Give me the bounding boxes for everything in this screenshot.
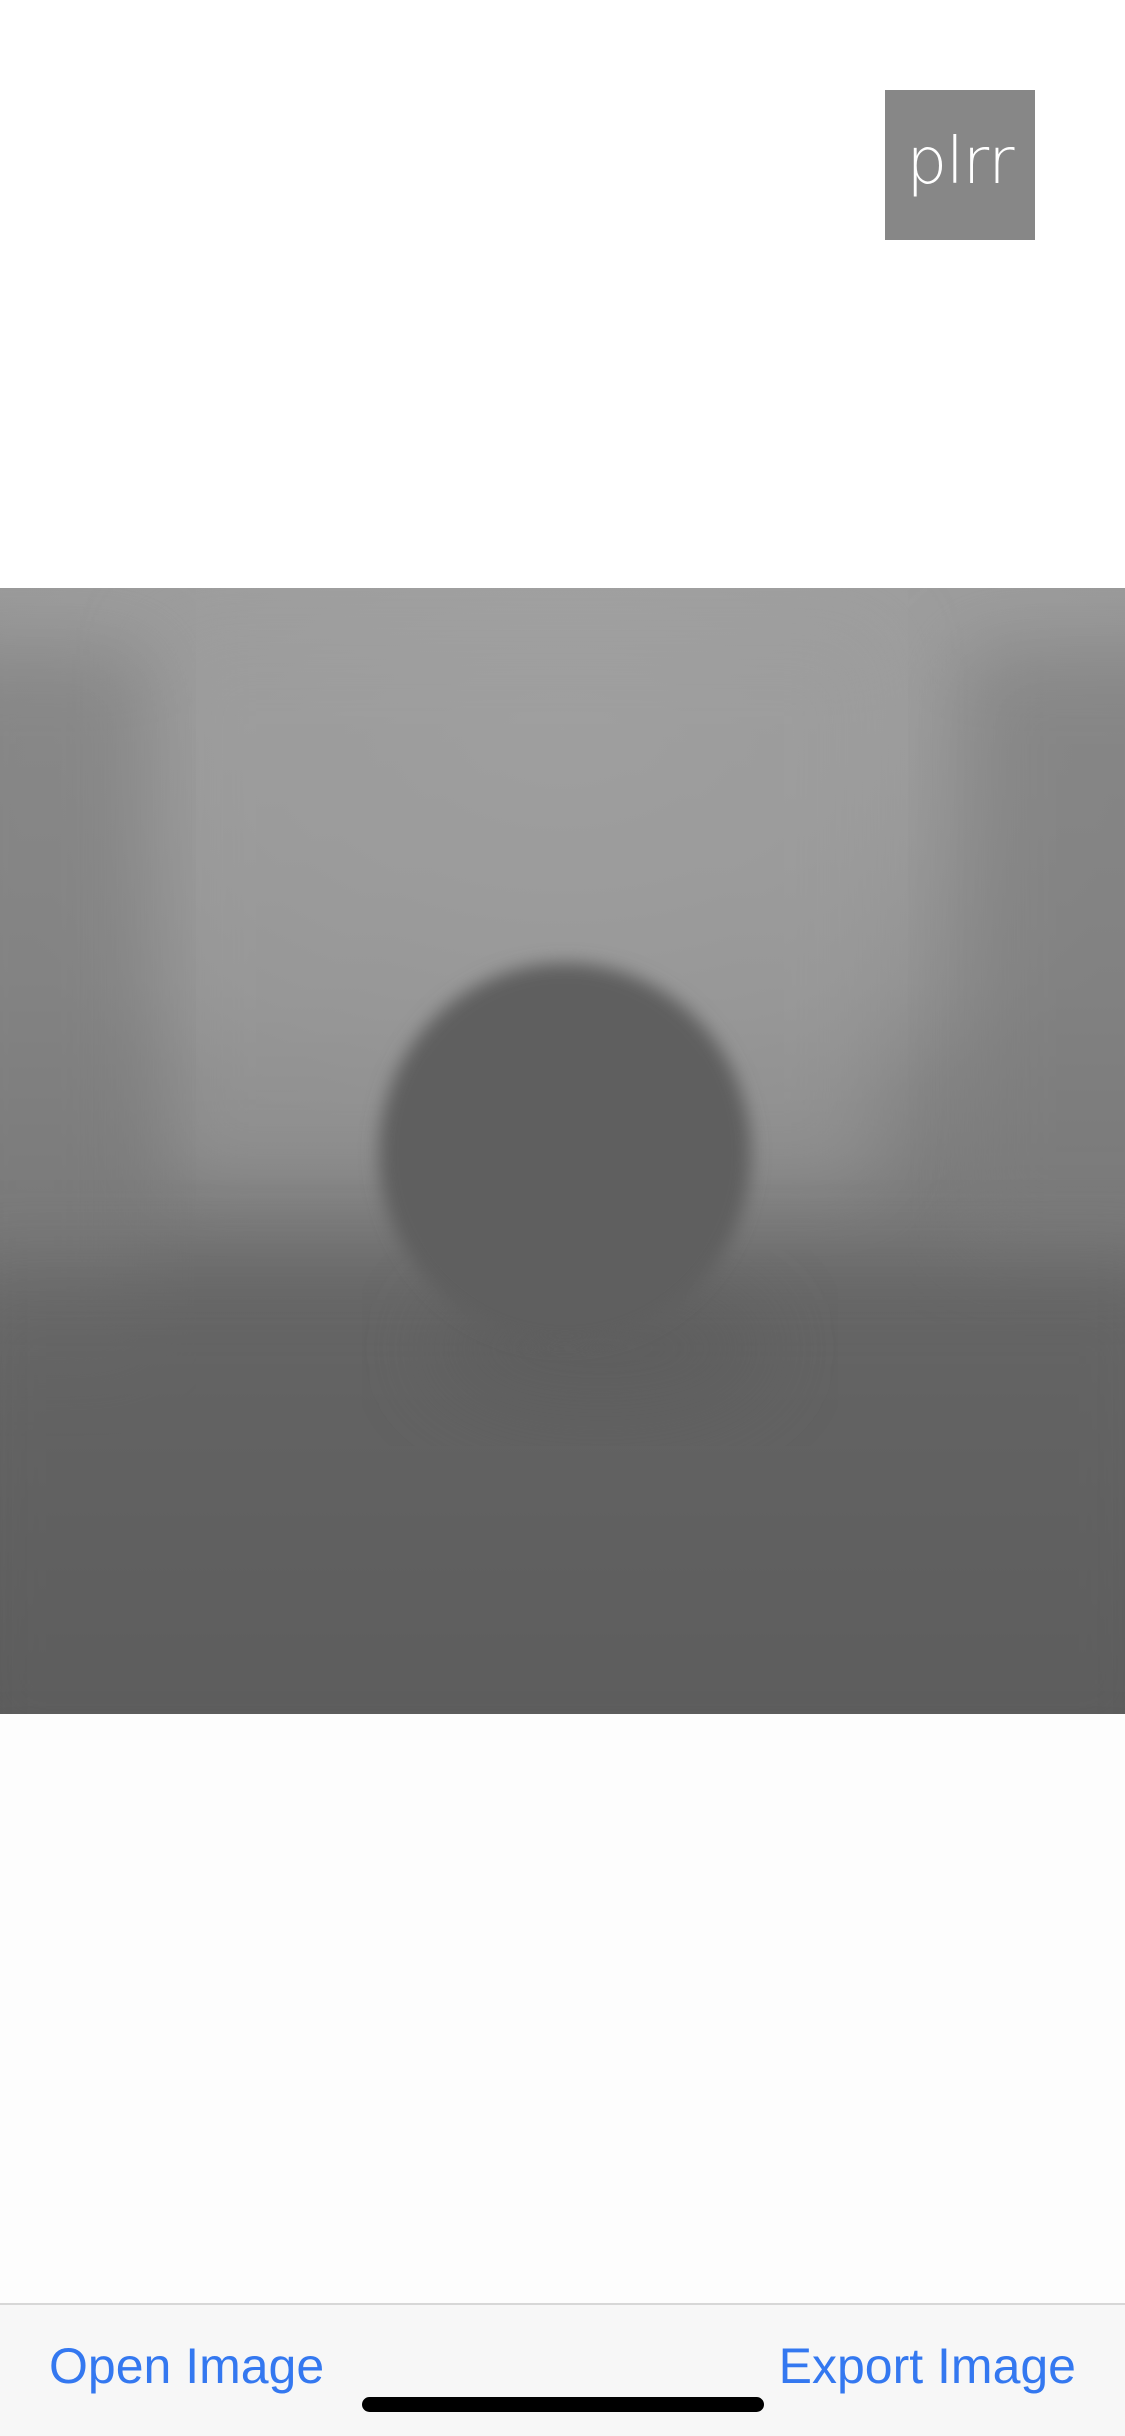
blurred-photo — [0, 588, 1125, 1714]
logo-text: plrr — [906, 125, 1014, 199]
app-logo: plrr — [885, 90, 1035, 240]
app-screen: plrr Open Image Export Image — [0, 0, 1125, 2436]
open-image-button[interactable]: Open Image — [49, 2341, 324, 2391]
bottom-toolbar: Open Image Export Image — [0, 2303, 1125, 2436]
empty-area — [0, 1714, 1125, 2303]
image-preview[interactable] — [0, 588, 1125, 1714]
export-image-button[interactable]: Export Image — [779, 2341, 1076, 2391]
home-indicator[interactable] — [362, 2397, 764, 2412]
